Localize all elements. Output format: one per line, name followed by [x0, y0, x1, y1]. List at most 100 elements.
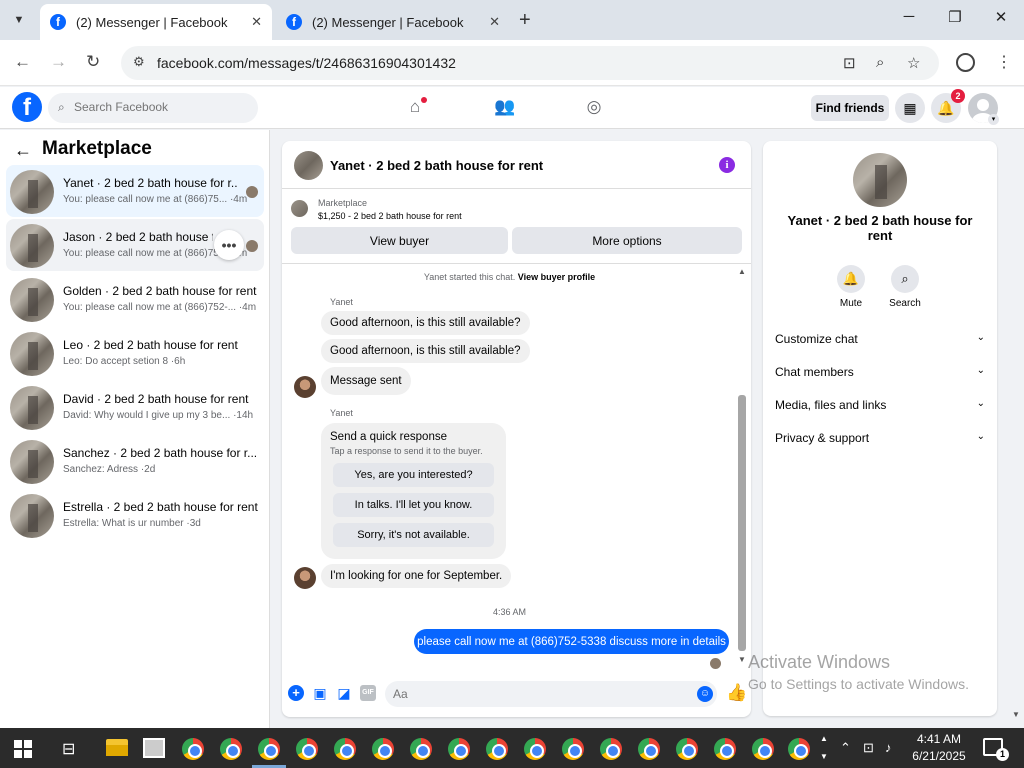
sticker-icon[interactable]: ◪ — [336, 685, 352, 701]
view-buyer-button[interactable]: View buyer — [291, 227, 508, 254]
facebook-favicon-icon: f — [50, 14, 66, 30]
sender-avatar[interactable] — [294, 376, 316, 398]
tab-search-button[interactable]: ▼ — [6, 8, 32, 32]
show-hidden-icons-icon[interactable]: ⌃ — [840, 740, 851, 756]
browser-tab-1[interactable]: f (2) Messenger | Facebook ✕ — [40, 4, 272, 40]
friends-icon[interactable]: 👥 — [494, 97, 516, 119]
close-window-button[interactable]: ✕ — [978, 8, 1024, 26]
quick-response-option[interactable]: In talks. I'll let you know. — [333, 493, 494, 517]
message-input-field[interactable]: ☺ — [385, 681, 717, 707]
reload-icon[interactable]: ↻ — [86, 52, 100, 72]
close-tab-icon[interactable]: ✕ — [251, 14, 262, 30]
scroll-up-icon[interactable]: ▲ — [738, 267, 746, 276]
chrome-icon[interactable] — [220, 738, 242, 760]
chrome-icon[interactable] — [714, 738, 736, 760]
conversation-item[interactable]: David · 2 bed 2 bath house for rent Davi… — [6, 381, 264, 433]
more-options-icon[interactable]: ••• — [214, 230, 244, 260]
taskbar-clock[interactable]: 4:41 AM 6/21/2025 — [905, 731, 973, 765]
address-bar[interactable]: ⚙ facebook.com/messages/t/24686316904301… — [121, 46, 939, 80]
chat-scrollbar[interactable]: ▲ ▼ — [737, 267, 747, 664]
chevron-down-icon[interactable]: ▾ — [988, 114, 999, 125]
new-tab-button[interactable]: + — [519, 9, 531, 32]
mute-button[interactable]: 🔔 Mute — [828, 265, 874, 309]
browser-menu-icon[interactable]: ⋮ — [996, 52, 1012, 72]
chrome-icon[interactable] — [372, 738, 394, 760]
photo-icon[interactable]: ▣ — [312, 685, 328, 701]
site-settings-icon[interactable]: ⚙ — [133, 54, 145, 70]
quick-response-option[interactable]: Sorry, it's not available. — [333, 523, 494, 547]
close-tab-icon[interactable]: ✕ — [489, 14, 500, 30]
groups-icon[interactable]: ◎ — [583, 97, 605, 119]
find-friends-button[interactable]: Find friends — [811, 95, 889, 121]
minimize-button[interactable]: ─ — [886, 8, 932, 25]
chrome-icon[interactable] — [524, 738, 546, 760]
chrome-icon[interactable] — [258, 738, 280, 760]
volume-icon[interactable]: ♪ — [885, 740, 892, 755]
plus-icon[interactable]: + — [288, 685, 304, 701]
network-icon[interactable]: ⊡ — [863, 740, 874, 756]
browser-profile-icon[interactable] — [956, 53, 975, 72]
facebook-search-input[interactable] — [74, 100, 244, 114]
message-thread: Yanet started this chat. View buyer prof… — [282, 265, 751, 669]
chat-title[interactable]: Yanet · 2 bed 2 bath house for rent — [330, 158, 543, 173]
conversation-item[interactable]: Yanet · 2 bed 2 bath house for r... You:… — [6, 165, 264, 217]
chrome-icon[interactable] — [296, 738, 318, 760]
emoji-icon[interactable]: ☺ — [697, 686, 713, 702]
url-text[interactable]: facebook.com/messages/t/2468631690430143… — [157, 55, 456, 71]
sender-avatar[interactable] — [294, 567, 316, 589]
chrome-icon[interactable] — [752, 738, 774, 760]
taskbar-scroll-icon[interactable]: ▲ ▼ — [820, 730, 828, 766]
windows-start-icon[interactable] — [14, 740, 32, 758]
facebook-search-bar[interactable]: ⌕ — [48, 93, 258, 123]
bookmark-star-icon[interactable]: ☆ — [907, 54, 920, 72]
message-input[interactable] — [393, 687, 683, 701]
conversation-item[interactable]: Golden · 2 bed 2 bath house for rent You… — [6, 273, 264, 325]
back-arrow-icon[interactable]: ← — [14, 52, 31, 72]
customize-chat-section[interactable]: Customize chat ⌄ — [775, 332, 985, 352]
zoom-icon[interactable]: ⌕ — [876, 54, 884, 71]
view-buyer-profile-link[interactable]: View buyer profile — [518, 272, 595, 282]
chrome-icon[interactable] — [334, 738, 356, 760]
menu-grid-icon[interactable]: ▦ — [895, 93, 925, 123]
gif-icon[interactable]: GIF — [360, 685, 376, 701]
more-options-button[interactable]: More options — [512, 227, 742, 254]
media-files-links-section[interactable]: Media, files and links ⌄ — [775, 398, 985, 418]
task-view-icon[interactable]: ⊟ — [62, 739, 75, 759]
listing-price-title[interactable]: $1,250 - 2 bed 2 bath house for rent — [318, 211, 462, 221]
facebook-logo-icon[interactable]: f — [12, 92, 42, 122]
conversation-item[interactable]: Leo · 2 bed 2 bath house for rent Leo: D… — [6, 327, 264, 379]
chrome-icon[interactable] — [600, 738, 622, 760]
chat-members-section[interactable]: Chat members ⌄ — [775, 365, 985, 385]
chrome-icon[interactable] — [638, 738, 660, 760]
page-scroll-down-icon[interactable]: ▼ — [1012, 710, 1020, 719]
scrollbar-thumb[interactable] — [738, 395, 746, 651]
action-center-icon[interactable]: 1 — [983, 738, 1009, 761]
chrome-icon[interactable] — [676, 738, 698, 760]
chrome-icon[interactable] — [448, 738, 470, 760]
back-arrow-icon[interactable]: ← — [14, 140, 32, 161]
maximize-button[interactable]: ❐ — [932, 8, 978, 26]
conversation-item[interactable]: Estrella · 2 bed 2 bath house for rent E… — [6, 489, 264, 541]
quick-response-option[interactable]: Yes, are you interested? — [333, 463, 494, 487]
file-explorer-icon[interactable] — [106, 739, 128, 756]
chrome-icon[interactable] — [486, 738, 508, 760]
chat-thumbnail[interactable] — [294, 151, 323, 180]
listing-thumbnail[interactable] — [853, 153, 907, 207]
search-button[interactable]: ⌕ Search — [882, 265, 928, 309]
scroll-down-icon[interactable]: ▼ — [738, 655, 746, 664]
conversation-item[interactable]: Sanchez · 2 bed 2 bath house for r... Sa… — [6, 435, 264, 487]
forward-arrow-icon[interactable]: → — [50, 52, 67, 72]
chrome-icon[interactable] — [562, 738, 584, 760]
conversation-item[interactable]: Jason · 2 bed 2 bath house for r... You:… — [6, 219, 264, 271]
action-center-badge: 1 — [996, 748, 1009, 761]
privacy-support-section[interactable]: Privacy & support ⌄ — [775, 431, 985, 451]
browser-tab-2[interactable]: f (2) Messenger | Facebook ✕ — [276, 4, 510, 40]
chrome-icon[interactable] — [788, 738, 810, 760]
chrome-icon[interactable] — [182, 738, 204, 760]
thumbs-up-icon[interactable]: 👍 — [726, 683, 747, 703]
app-window-icon[interactable] — [143, 738, 165, 758]
search-icon: ⌕ — [58, 100, 65, 114]
chrome-icon[interactable] — [410, 738, 432, 760]
install-app-icon[interactable]: ⊡ — [843, 54, 856, 72]
info-icon[interactable]: i — [719, 157, 735, 173]
